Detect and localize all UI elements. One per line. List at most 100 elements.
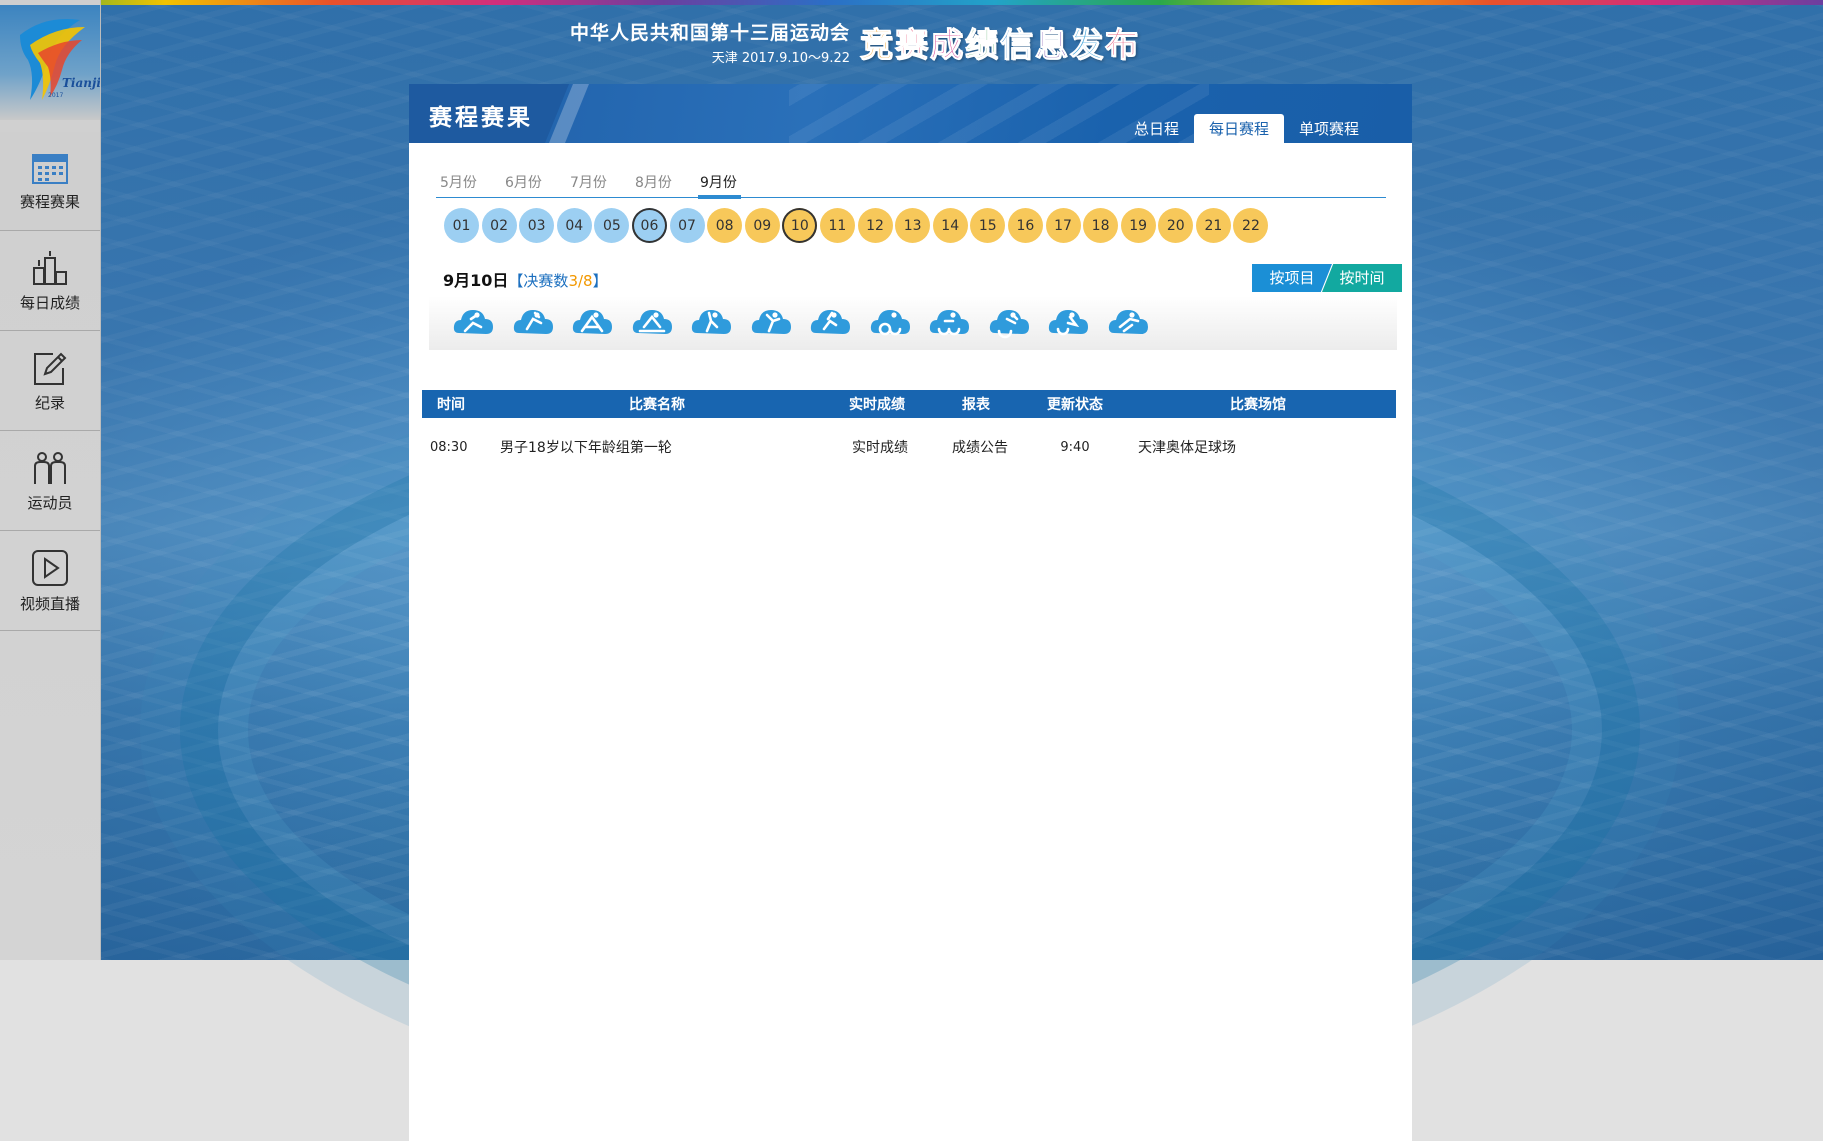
games-title: 中华人民共和国第十三届运动会 [570,22,851,44]
col-update-status: 更新状态 [1047,397,1103,413]
day-button[interactable]: 20 [1158,208,1194,243]
podium-icon [33,250,67,285]
nav-label: 视频直播 [19,594,80,613]
slogan-char: 布 [1105,25,1139,65]
by-time-button[interactable]: 按时间 [1322,264,1402,292]
nav-athletes[interactable]: 运动员 [0,432,100,531]
day-button[interactable]: 18 [1083,208,1119,243]
sport-icon-4[interactable] [630,301,674,345]
slogan-char: 竞 [860,25,894,65]
day-button[interactable]: 22 [1233,208,1269,243]
day-button[interactable]: 19 [1120,208,1156,243]
nav-label: 赛程赛果 [19,192,80,211]
day-button[interactable]: 07 [669,208,705,243]
sport-icon-10[interactable] [987,301,1031,345]
day-button[interactable]: 09 [744,208,780,243]
col-report: 报表 [962,397,990,413]
tab-daily-schedule[interactable]: 每日赛程 [1193,114,1284,143]
table-header: 时间 比赛名称 实时成绩 报表 更新状态 比赛场馆 [422,390,1396,418]
sport-icon-11[interactable] [1046,301,1090,345]
day-button[interactable]: 11 [819,208,855,243]
day-button[interactable]: 21 [1195,208,1231,243]
calendar-icon [32,153,68,184]
day-button[interactable]: 14 [932,208,968,243]
sport-icon-6[interactable] [749,301,793,345]
day-button[interactable]: 01 [444,208,479,243]
tianjin-games-logo[interactable]: Tianjin 2017 [0,5,110,120]
slogan-char: 发 [1070,25,1104,65]
slogan: 竞赛成绩信息发布 [860,18,1139,66]
live-results-link[interactable]: 实时成绩 [830,437,930,457]
by-event-button[interactable]: 按项目 [1252,264,1332,292]
col-venue: 比赛场馆 [1230,397,1286,413]
sidebar: Tianjin 2017 赛程赛果 每日成绩 [0,0,110,960]
games-subtitle: 天津 2017.9.10～9.22 [711,51,851,66]
nav-label: 运动员 [27,493,73,512]
schedule-tabs: 总日程 每日赛程 单项赛程 [1119,114,1374,143]
slogan-char: 绩 [965,25,999,65]
schedule-table: 时间 比赛名称 实时成绩 报表 更新状态 比赛场馆 08:30 男子18岁以下年… [422,390,1396,476]
month-tab-active[interactable]: 9月份 [696,172,761,199]
sport-icon-7[interactable] [808,301,852,345]
day-button[interactable]: 08 [707,208,743,243]
day-button[interactable]: 15 [970,208,1006,243]
sport-icon-9[interactable] [927,301,971,345]
athletes-icon [34,451,66,484]
month-tab[interactable]: 7月份 [566,172,631,197]
day-button[interactable]: 10 [782,208,818,243]
month-tab[interactable]: 8月份 [631,172,696,197]
view-toggle: 按项目 按时间 [1252,264,1402,292]
nav-daily-results[interactable]: 每日成绩 [0,232,100,331]
nav-schedule-results[interactable]: 赛程赛果 [0,132,100,231]
day-button[interactable]: 16 [1007,208,1043,243]
panel-header: 赛程赛果 总日程 每日赛程 单项赛程 [409,84,1412,143]
sport-icon-12[interactable] [1106,301,1150,345]
day-button[interactable]: 17 [1045,208,1081,243]
col-live-results: 实时成绩 [849,397,905,413]
sport-icon-8[interactable] [868,301,912,345]
tab-overall-schedule[interactable]: 总日程 [1119,114,1194,143]
month-tab[interactable]: 6月份 [501,172,566,197]
slogan-char: 赛 [895,25,929,65]
selected-date: 9月10日【决赛数3/8】 [443,271,608,290]
schedule-panel: 赛程赛果 总日程 每日赛程 单项赛程 5月份 6月份 7月份 8月份 9月份 0… [409,84,1412,1141]
slogan-char: 信 [1000,25,1034,65]
tab-event-schedule[interactable]: 单项赛程 [1284,114,1374,143]
sport-icon-3[interactable] [570,301,614,345]
slogan-char: 成 [930,25,964,65]
sport-icon-2[interactable] [511,301,555,345]
sport-icon-5[interactable] [689,301,733,345]
month-tab[interactable]: 5月份 [436,172,501,197]
date-label: 9月10日 [443,271,509,290]
finals-count: 3/8 [568,272,593,290]
svg-text:2017: 2017 [48,92,63,99]
month-tabs: 5月份 6月份 7月份 8月份 9月份 [436,172,1386,199]
panel-title: 赛程赛果 [429,105,533,131]
play-video-icon [32,549,68,586]
page-header: 中华人民共和国第十三届运动会 天津 2017.9.10～9.22 竞赛成绩信息发… [570,14,1210,70]
day-button[interactable]: 06 [631,208,667,243]
sport-filter-bar [429,296,1397,350]
nav-label: 纪录 [34,393,65,412]
cell-event-name[interactable]: 男子18岁以下年龄组第一轮 [500,437,830,457]
day-button[interactable]: 02 [481,208,517,243]
rainbow-strip [0,0,1823,5]
day-button[interactable]: 03 [519,208,555,243]
table-row: 08:30 男子18岁以下年龄组第一轮 实时成绩 成绩公告 9:40 天津奥体足… [422,418,1396,476]
results-report-link[interactable]: 成绩公告 [930,437,1030,457]
nav-records[interactable]: 纪录 [0,332,100,431]
slogan-char: 息 [1035,25,1069,65]
nav-label: 每日成绩 [19,293,80,312]
nav-live-video[interactable]: 视频直播 [0,532,100,631]
cell-time: 08:30 [430,439,468,455]
day-selector: 01 02 03 04 05 06 07 08 09 10 11 12 13 14 15 16 17 18 19 20… [444,208,1271,243]
svg-text:Tianjin: Tianjin [62,76,100,90]
day-button[interactable]: 12 [857,208,893,243]
col-event-name: 比赛名称 [629,397,685,413]
day-button[interactable]: 13 [895,208,931,243]
day-button[interactable]: 04 [556,208,592,243]
sport-icon-1[interactable] [451,301,495,345]
cell-venue: 天津奥体足球场 [1138,440,1236,456]
col-time: 时间 [437,397,465,413]
day-button[interactable]: 05 [594,208,630,243]
